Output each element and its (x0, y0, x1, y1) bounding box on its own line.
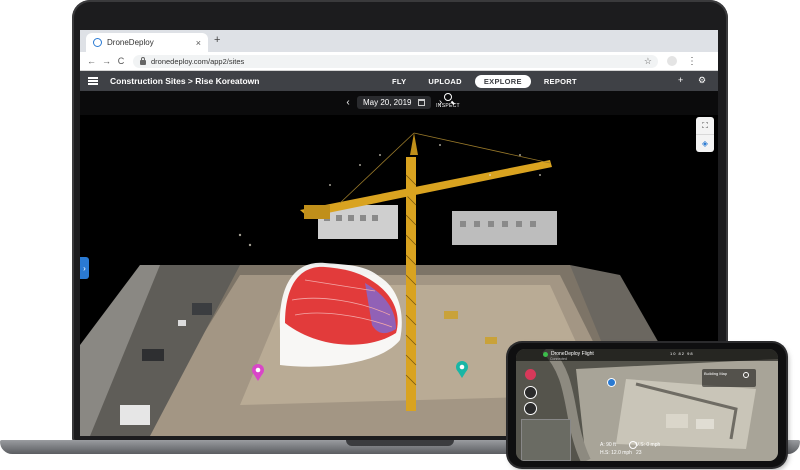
phone-return-home-button[interactable] (525, 387, 536, 398)
settings-gear-icon[interactable]: ⚙ (698, 75, 706, 86)
bookmark-star-icon[interactable]: ☆ (644, 56, 652, 67)
profile-avatar[interactable] (667, 56, 677, 66)
calendar-icon (418, 99, 426, 106)
drone-location-icon (608, 379, 615, 386)
date-label: May 20, 2019 (363, 98, 412, 107)
forward-button[interactable]: → (102, 56, 111, 66)
tab-title: DroneDeploy (107, 38, 154, 47)
phone-record-icon[interactable] (743, 372, 749, 378)
phone-flight-plan-name: Building Map (704, 371, 728, 376)
main-nav-tabs: FLY UPLOAD EXPLORE REPORT (383, 75, 590, 88)
phone-takeoff-button[interactable] (525, 369, 536, 380)
phone-camera-preview[interactable] (521, 419, 571, 461)
browser-menu-icon[interactable]: ⋮ (687, 56, 697, 67)
browser-tab-bar: DroneDeploy × + (80, 30, 718, 52)
background-building (452, 211, 557, 245)
inspect-label: INSPECT (436, 103, 460, 109)
fit-view-icon[interactable]: ⛶ (696, 117, 714, 135)
layers-icon[interactable]: ◈ (696, 135, 714, 152)
viewport-toolbar: ⛶ ◈ (696, 117, 714, 152)
phone-telemetry-stats: 10 82 98 (670, 351, 694, 356)
date-bar: ‹ May 20, 2019 › INSPECT (80, 91, 718, 116)
tab-report[interactable]: REPORT (535, 75, 586, 88)
excavator (444, 311, 458, 319)
phone-layers-button[interactable] (525, 403, 536, 414)
phone-status-sub: Connected (550, 357, 567, 361)
browser-tab[interactable]: DroneDeploy × (86, 33, 208, 52)
hamburger-menu-icon[interactable] (88, 77, 98, 85)
breadcrumb[interactable]: Construction Sites > Rise Koreatown (110, 76, 350, 86)
tab-upload[interactable]: UPLOAD (419, 75, 470, 88)
car (192, 303, 212, 315)
lock-icon (140, 56, 146, 65)
phone-altitude-speed: A: 90 ft H.S: 12.0 mph (600, 442, 632, 456)
address-bar[interactable]: dronedeploy.com/app2/sites ☆ (133, 54, 658, 68)
browser-toolbar: ← → C dronedeploy.com/app2/sites ☆ ⋮ (80, 52, 718, 71)
dronedeploy-favicon-icon (93, 38, 102, 47)
magnifier-icon (444, 93, 452, 101)
url-text: dronedeploy.com/app2/sites (151, 56, 245, 66)
truck (120, 405, 150, 425)
tab-explore[interactable]: EXPLORE (474, 75, 531, 88)
app-header: Construction Sites > Rise Koreatown FLY … (80, 71, 718, 91)
laptop-notch (346, 440, 454, 446)
tab-fly[interactable]: FLY (383, 75, 415, 88)
phone-vertical-speed: V.S: 0 mph 23 (636, 442, 661, 456)
phone-device: DroneDeploy Flight Connected 10 82 98 Bu… (508, 343, 786, 467)
car (142, 349, 164, 361)
car (178, 320, 186, 326)
date-selector: ‹ May 20, 2019 › (343, 96, 445, 109)
phone-flight-app-screen: DroneDeploy Flight Connected 10 82 98 Bu… (516, 349, 778, 461)
close-tab-icon[interactable]: × (196, 38, 201, 48)
connected-indicator-icon (543, 351, 548, 357)
date-dropdown[interactable]: May 20, 2019 (357, 96, 432, 109)
new-tab-button[interactable]: + (214, 34, 220, 46)
excavator (485, 337, 497, 344)
back-button[interactable]: ← (87, 56, 96, 66)
previous-date-button[interactable]: ‹ (343, 97, 353, 108)
reload-button[interactable]: C (117, 56, 125, 66)
add-user-icon[interactable]: + (678, 75, 683, 85)
side-panel-toggle[interactable]: › (80, 257, 89, 279)
inspect-button[interactable]: INSPECT (435, 93, 461, 109)
